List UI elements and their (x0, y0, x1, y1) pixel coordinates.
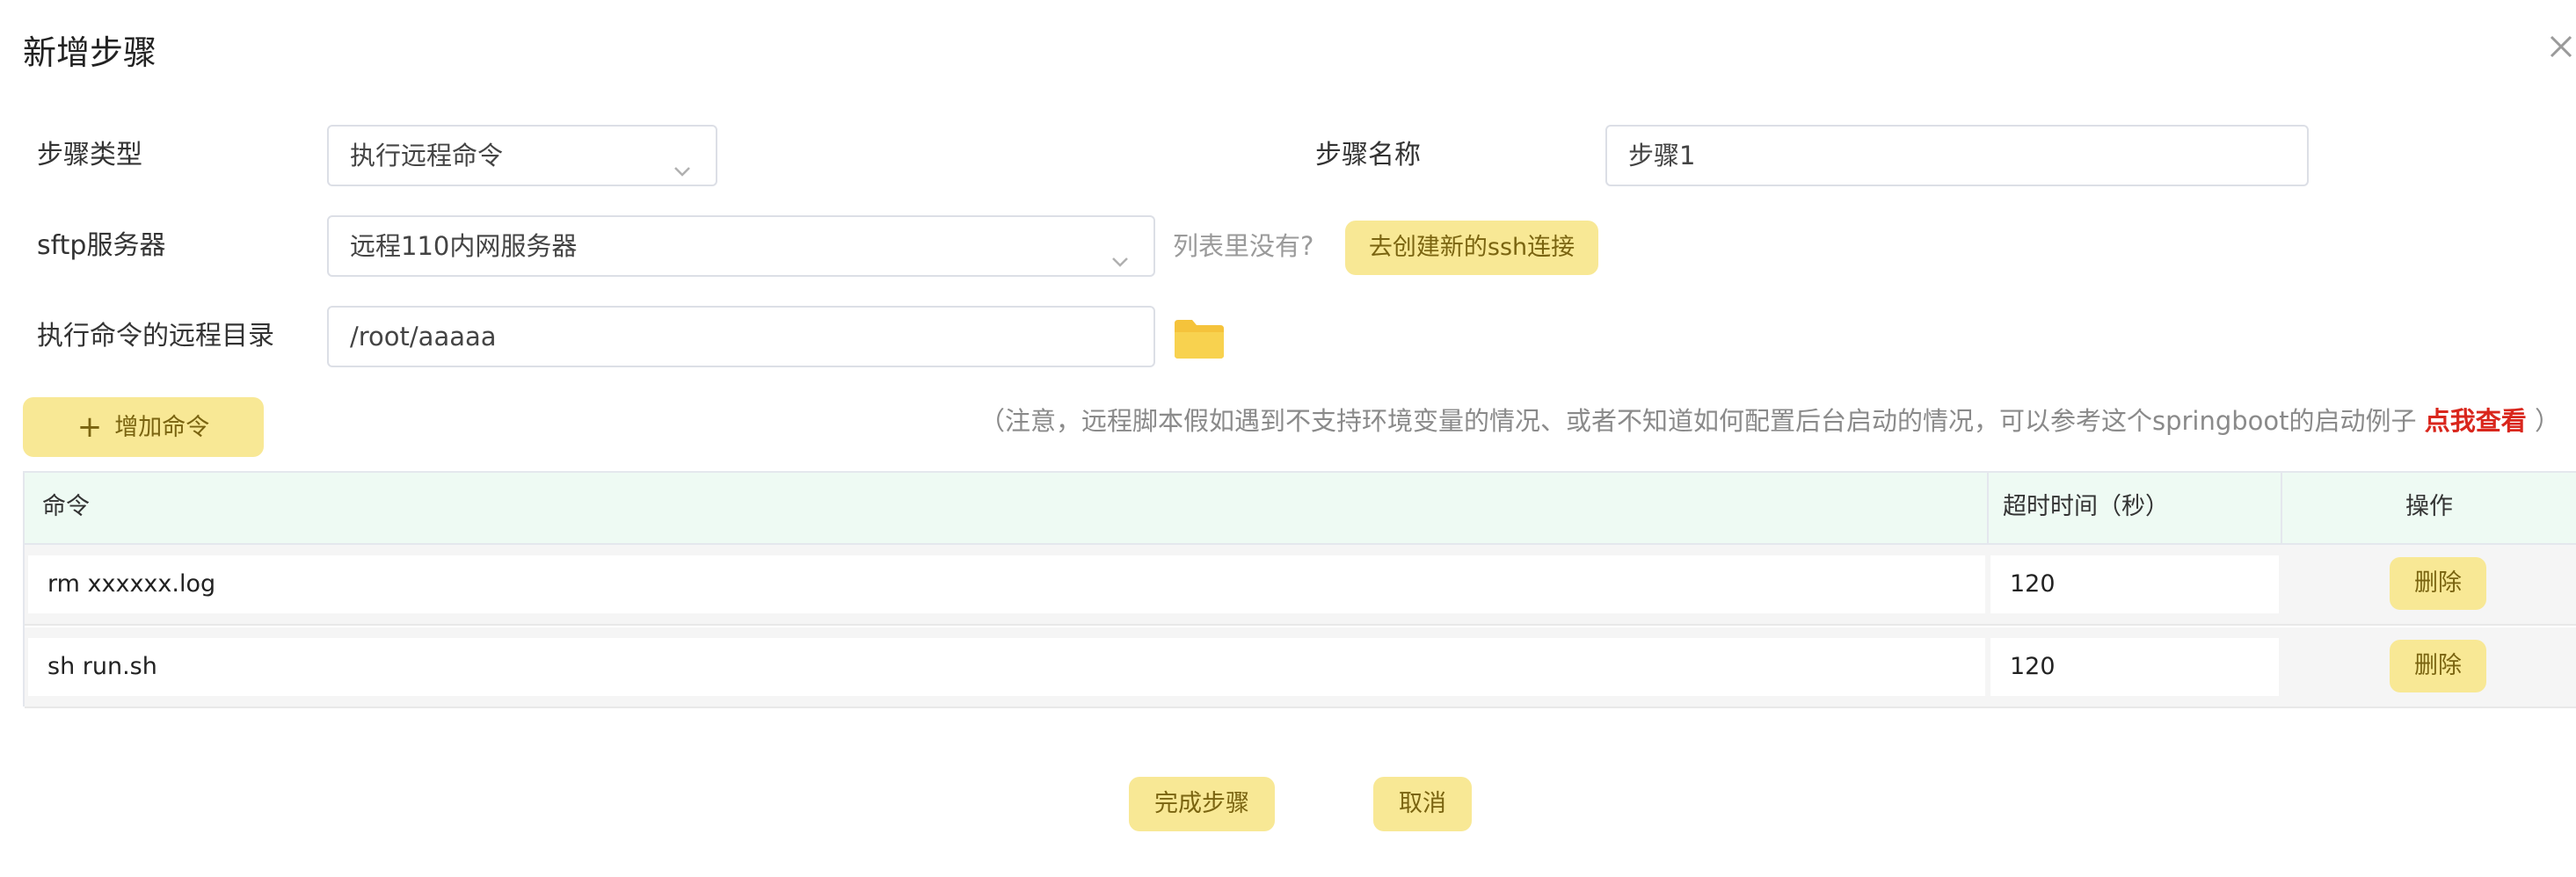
add-command-button[interactable]: + 增加命令 (23, 397, 264, 457)
chevron-down-icon (1110, 235, 1131, 267)
notice-link[interactable]: 点我查看 (2425, 406, 2527, 436)
timeout-input[interactable]: 120 (1990, 555, 2279, 613)
table-row: sh run.sh 120 删除 (25, 627, 2576, 708)
sftp-server-hint: 列表里没有? (1173, 231, 1314, 261)
commands-table: 命令 超时时间（秒） 操作 rm xxxxxx.log 120 删除 sh ru… (23, 471, 2576, 708)
finish-step-button[interactable]: 完成步骤 (1129, 777, 1275, 831)
delete-button[interactable]: 删除 (2390, 557, 2486, 610)
column-header-timeout: 超时时间（秒） (2003, 493, 2169, 520)
create-ssh-button[interactable]: 去创建新的ssh连接 (1345, 221, 1598, 275)
notice-text: （注意，远程脚本假如遇到不支持环境变量的情况、或者不知道如何配置后台启动的情况，… (979, 399, 2560, 443)
chevron-down-icon (672, 144, 693, 177)
sftp-server-select[interactable]: 远程110内网服务器 (327, 215, 1155, 277)
step-type-select[interactable]: 执行远程命令 (327, 125, 717, 186)
table-row: rm xxxxxx.log 120 删除 (25, 545, 2576, 626)
command-input[interactable]: sh run.sh (28, 638, 1985, 696)
folder-icon[interactable] (1173, 316, 1226, 360)
remote-dir-value: /root/aaaaa (350, 322, 497, 352)
timeout-input[interactable]: 120 (1990, 638, 2279, 696)
plus-icon: + (76, 410, 103, 445)
step-type-value: 执行远程命令 (350, 141, 504, 170)
column-header-command: 命令 (42, 493, 90, 520)
table-header: 命令 超时时间（秒） 操作 (25, 473, 2576, 545)
sftp-server-value: 远程110内网服务器 (350, 231, 578, 261)
column-header-action: 操作 (2405, 493, 2453, 520)
notice-close-paren: ） (2534, 406, 2560, 436)
notice-body: （注意，远程脚本假如遇到不支持环境变量的情况、或者不知道如何配置后台启动的情况，… (979, 406, 2417, 436)
remote-dir-input[interactable]: /root/aaaaa (327, 306, 1155, 367)
step-type-label: 步骤类型 (37, 140, 142, 170)
dialog-title: 新增步骤 (23, 33, 157, 72)
cancel-button[interactable]: 取消 (1373, 777, 1472, 831)
close-icon[interactable] (2546, 32, 2576, 62)
step-name-input[interactable]: 步骤1 (1605, 125, 2309, 186)
sftp-server-label: sftp服务器 (37, 230, 166, 261)
step-name-label: 步骤名称 (1315, 140, 1421, 170)
add-command-label: 增加命令 (114, 414, 210, 441)
command-input[interactable]: rm xxxxxx.log (28, 555, 1985, 613)
delete-button[interactable]: 删除 (2390, 640, 2486, 692)
remote-dir-label: 执行命令的远程目录 (37, 321, 274, 352)
step-name-value: 步骤1 (1628, 141, 1696, 170)
